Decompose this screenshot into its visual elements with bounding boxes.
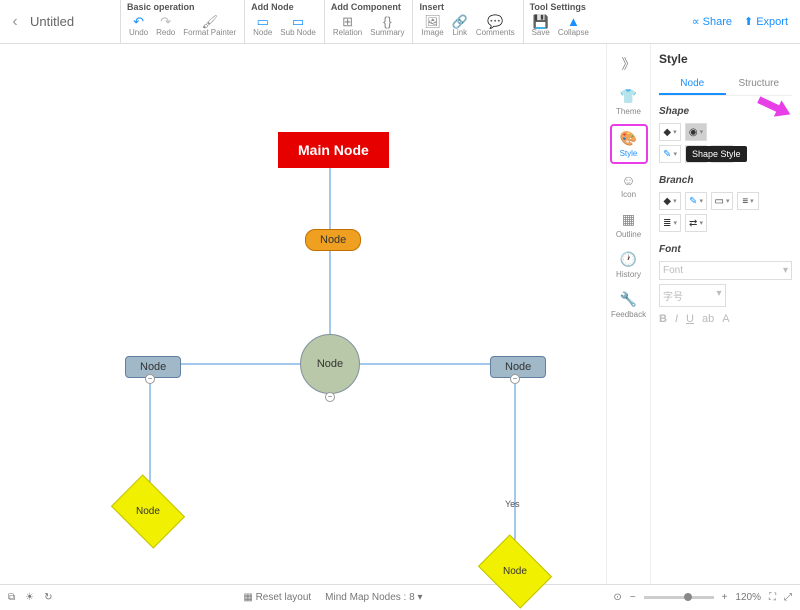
expand-icon[interactable]: ⤢ (784, 592, 792, 603)
sidetab-feedback[interactable]: 🔧Feedback (610, 287, 648, 323)
node-diamond-left[interactable]: Node (111, 474, 185, 548)
style-panel: Style Node Structure Shape ◆ ◉ Shape Sty… (650, 44, 800, 584)
collapse-toggle[interactable]: − (325, 392, 335, 402)
sidetab-history[interactable]: 🕐History (610, 247, 648, 283)
toolbar-redo[interactable]: ↷Redo (154, 14, 177, 37)
shape-style-button[interactable]: ◉ Shape Style (685, 123, 707, 141)
tab-node[interactable]: Node (659, 74, 726, 95)
font-family-select[interactable]: Font ▾ (659, 261, 792, 280)
toolbar-save[interactable]: 💾Save (530, 14, 552, 37)
zoom-in[interactable]: + (722, 592, 728, 603)
edge-label-yes: Yes (505, 499, 520, 509)
toolbar-link[interactable]: 🔗Link (450, 14, 470, 37)
fit-icon[interactable]: ⊙ (613, 592, 621, 603)
toolbar-undo[interactable]: ↶Undo (127, 14, 150, 37)
fullscreen-icon[interactable]: ⛶ (769, 592, 776, 603)
toolbar-format-painter[interactable]: 🖌Format Painter (181, 14, 238, 37)
toolbar-image[interactable]: 🖼Image (419, 14, 445, 37)
reset-layout[interactable]: ▦ Reset layout (243, 592, 311, 603)
zoom-slider[interactable] (644, 596, 714, 599)
collapse-toggle[interactable]: − (145, 374, 155, 384)
panel-title: Style (659, 52, 792, 66)
fmt-i[interactable]: I (675, 313, 678, 325)
fmt-b[interactable]: B (659, 313, 667, 325)
fmt-u[interactable]: U (686, 313, 694, 325)
zoom-out[interactable]: − (630, 592, 636, 603)
toolbar-comments[interactable]: 💬Comments (474, 14, 517, 37)
sidetab-outline[interactable]: ▦Outline (610, 207, 648, 243)
sidetab-theme[interactable]: 👕Theme (610, 84, 648, 120)
fmt-a[interactable]: A (722, 313, 729, 325)
node-circle[interactable]: Node (300, 334, 360, 394)
export-icon: ⬆ (744, 15, 753, 28)
shape-border-color[interactable]: ✎ (659, 145, 681, 163)
zoom-value: 120% (735, 592, 761, 603)
shape-fill-button[interactable]: ◆ (659, 123, 681, 141)
sb-icon[interactable]: ↻ (44, 592, 52, 603)
sb-icon[interactable]: ☀ (25, 592, 34, 603)
main-node[interactable]: Main Node (278, 132, 389, 168)
canvas[interactable]: Main Node Node Node Node Node Node Node … (0, 44, 606, 584)
fmt-ab[interactable]: ab (702, 313, 714, 325)
font-size-select[interactable]: 字号 ▾ (659, 284, 726, 307)
node-rect[interactable]: Node (305, 229, 361, 251)
share-button[interactable]: ∝Share (692, 15, 732, 28)
toolbar-summary[interactable]: {}Summary (368, 14, 406, 37)
toolbar-node[interactable]: ▭Node (251, 14, 274, 37)
back-button[interactable]: ‹ (0, 13, 30, 31)
share-icon: ∝ (692, 15, 700, 28)
branch-lines[interactable]: ≡ (737, 192, 759, 210)
branch-section-title: Branch (659, 175, 792, 186)
toolbar-sub-node[interactable]: ▭Sub Node (278, 14, 318, 37)
doc-title[interactable]: Untitled (30, 14, 120, 29)
branch-pen[interactable]: ✎ (685, 192, 707, 210)
node-count: Mind Map Nodes : 8 ▾ (325, 592, 422, 603)
toolbar-collapse[interactable]: ▲Collapse (556, 14, 591, 37)
annotation-arrow (752, 88, 800, 128)
toolbar-relation[interactable]: ⊞Relation (331, 14, 364, 37)
tooltip: Shape Style (686, 146, 747, 162)
branch-style1[interactable]: ≣ (659, 214, 681, 232)
export-button[interactable]: ⬆Export (744, 15, 788, 28)
collapse-toggle[interactable]: − (510, 374, 520, 384)
sb-icon[interactable]: ⧉ (8, 592, 15, 603)
sidetab-style[interactable]: 🎨Style (610, 124, 648, 164)
branch-fill[interactable]: ◆ (659, 192, 681, 210)
branch-style2[interactable]: ⇄ (685, 214, 707, 232)
sidetab-collapse[interactable]: 》 (610, 50, 648, 80)
sidetab-icon[interactable]: ☺Icon (610, 168, 648, 203)
branch-shape[interactable]: ▭ (711, 192, 733, 210)
font-section-title: Font (659, 244, 792, 255)
